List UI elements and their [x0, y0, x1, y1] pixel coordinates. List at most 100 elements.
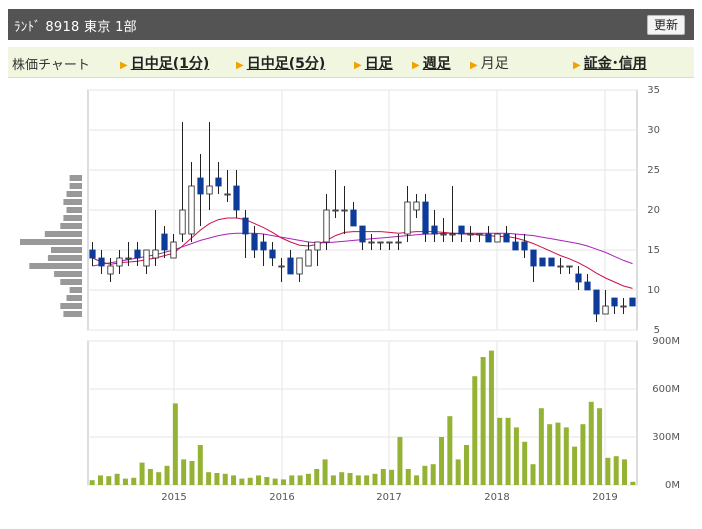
volume-bar: [538, 408, 544, 485]
candle-body: [458, 225, 465, 235]
candle-body: [224, 193, 231, 196]
candle-body: [467, 233, 474, 236]
candle-body: [449, 233, 456, 236]
volume-bar: [422, 465, 428, 485]
candle-body: [557, 265, 564, 268]
volume-bar: [630, 481, 636, 485]
volume-bar: [264, 477, 270, 485]
candle-body: [566, 265, 573, 268]
volume-bar: [314, 469, 320, 485]
volume-profile-bar: [66, 191, 82, 197]
volume-bar: [222, 473, 228, 485]
volume-bar: [339, 472, 345, 485]
candle-body: [233, 185, 240, 211]
volume-bar: [231, 475, 237, 485]
volume-bar: [505, 417, 511, 485]
volume-profile-bar: [63, 311, 82, 317]
volume-bar: [297, 475, 303, 485]
volume-profile-bar: [29, 263, 82, 269]
volume-bar: [455, 459, 461, 485]
candle-body: [134, 249, 141, 259]
candle-body: [422, 201, 429, 235]
volume-bar: [472, 376, 478, 485]
volume-bar: [588, 401, 594, 485]
volume-bar: [405, 469, 411, 485]
volume-bar: [355, 475, 361, 485]
volume-bar: [605, 457, 611, 485]
volume-bar: [206, 472, 212, 485]
price-tick-label: 35: [647, 85, 660, 96]
candle-body: [242, 217, 249, 235]
volume-bar: [247, 477, 253, 485]
volume-bar: [305, 473, 311, 485]
candle-body: [125, 257, 132, 260]
price-tick-label: 30: [647, 125, 660, 136]
volume-bar: [122, 478, 128, 485]
price-tick-label: 25: [647, 165, 660, 176]
year-tick-label: 2019: [592, 492, 617, 503]
volume-bar: [156, 472, 162, 485]
candle-body: [539, 257, 546, 267]
volume-bar: [497, 417, 503, 485]
candle-body: [512, 241, 519, 251]
candle-body: [143, 249, 150, 267]
volume-bar: [555, 422, 561, 485]
candle-body: [359, 225, 366, 243]
candle-body: [197, 177, 204, 195]
volume-bar: [580, 424, 586, 485]
volume-bar: [106, 476, 112, 485]
volume-bar: [513, 427, 519, 485]
volume-bar: [239, 478, 245, 485]
volume-bar: [364, 475, 370, 485]
volume-bar: [488, 350, 494, 485]
volume-bar: [447, 416, 453, 485]
price-tick-label: 15: [647, 245, 660, 256]
candle-body: [89, 249, 96, 259]
candle-body: [206, 185, 213, 195]
candle-body: [170, 241, 177, 259]
candle-body: [179, 209, 186, 235]
volume-bar: [139, 462, 145, 485]
price-tick-label: 10: [647, 285, 660, 296]
candle-body: [584, 281, 591, 291]
volume-bar: [322, 459, 328, 485]
candle-body: [404, 201, 411, 235]
candle-body: [98, 257, 105, 267]
volume-bar: [289, 475, 295, 485]
candle-body: [251, 233, 258, 251]
candle-body: [611, 297, 618, 307]
candle-body: [296, 257, 303, 275]
candle-body: [413, 201, 420, 211]
candle-body: [620, 305, 627, 308]
volume-bar: [114, 473, 120, 485]
volume-profile-bar: [69, 175, 82, 181]
volume-bar: [597, 408, 603, 485]
candle-body: [377, 241, 384, 244]
volume-bar: [280, 479, 286, 485]
volume-bar: [547, 424, 553, 485]
candle-body: [350, 209, 357, 227]
candle-body: [260, 241, 267, 251]
volume-profile-bar: [20, 239, 82, 245]
candle-body: [593, 289, 600, 315]
candle-body: [368, 241, 375, 244]
volume-tick-label: 600M: [652, 384, 680, 395]
candle-body: [503, 233, 510, 243]
volume-bar: [256, 475, 262, 485]
volume-bar: [563, 427, 569, 485]
volume-bar: [272, 478, 278, 485]
volume-bar: [480, 357, 486, 485]
volume-bar: [214, 473, 220, 485]
candle-body: [485, 233, 492, 243]
year-tick-label: 2016: [269, 492, 294, 503]
volume-profile-bar: [63, 215, 82, 221]
volume-profile-bar: [60, 223, 82, 229]
volume-bar: [97, 475, 103, 485]
volume-bar: [622, 459, 628, 485]
stock-chart: 5 10 15 20 25 30 35 0M 300M 600M 900M 2015 2016 2017 2…: [20, 85, 680, 503]
volume-profile-bar: [54, 271, 82, 277]
candle-body: [476, 233, 483, 236]
volume-tick-label: 300M: [652, 432, 680, 443]
volume-tick-label: 0M: [665, 480, 680, 491]
volume-profile-bar: [60, 303, 82, 309]
